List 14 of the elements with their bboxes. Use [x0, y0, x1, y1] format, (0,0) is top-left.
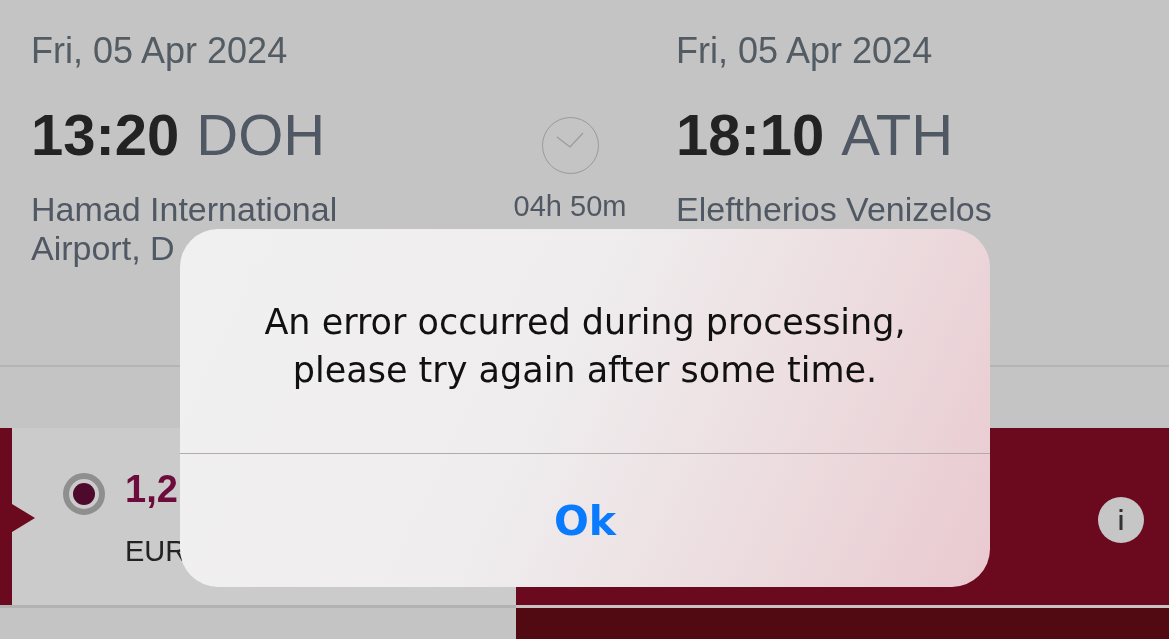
arrival-airport-name: Eleftherios Venizelos [676, 190, 992, 229]
clock-icon [541, 117, 599, 174]
info-icon[interactable] [1098, 497, 1144, 543]
departure-time: 13:20 [31, 102, 180, 168]
departure-airport-name: Hamad International Airport, D [31, 190, 339, 268]
alert-message: An error occurred during processing, please try again after some time. [263, 300, 907, 392]
arrival-date: Fri, 05 Apr 2024 [676, 30, 933, 72]
arrival-airport-code: ATH [841, 102, 954, 168]
fare-price: 1,2 [125, 467, 178, 511]
arrival-time: 18:10 [676, 102, 825, 168]
radio-button[interactable] [63, 473, 105, 515]
departure-date: Fri, 05 Apr 2024 [31, 30, 288, 72]
flight-duration: 04h 50m [513, 189, 627, 223]
departure-airport-code: DOH [196, 102, 326, 168]
